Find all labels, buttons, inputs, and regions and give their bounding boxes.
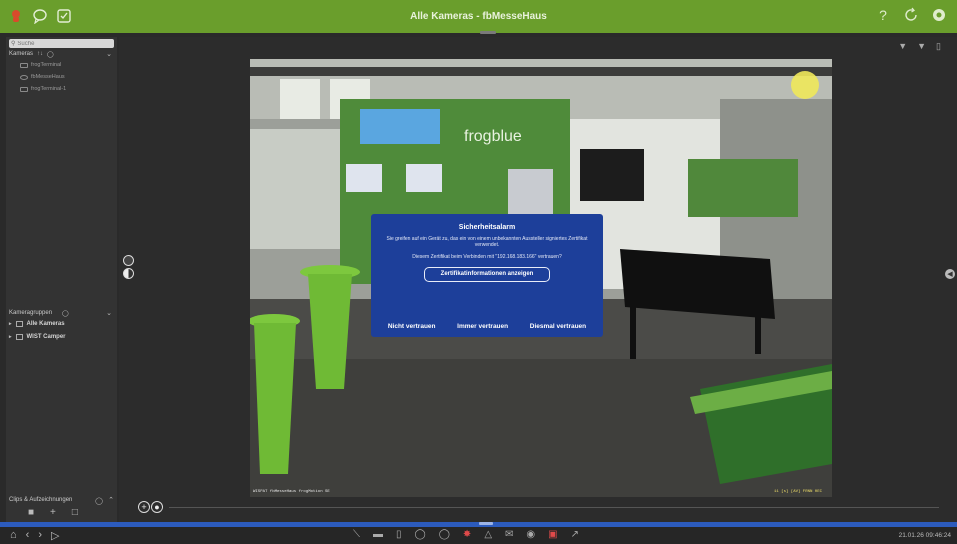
chevron-down-icon[interactable]: ⌄ — [106, 309, 112, 317]
camera-icon — [20, 86, 28, 92]
search-box[interactable]: ⚲ — [9, 39, 114, 48]
chat-small-icon[interactable]: ◯ — [95, 497, 103, 505]
zoom-reset-icon[interactable]: ● — [151, 501, 163, 513]
contrast-icon[interactable] — [123, 268, 134, 279]
frog-logo-icon[interactable] — [8, 8, 24, 24]
help-icon[interactable]: ? — [875, 7, 891, 23]
grid-icon — [15, 321, 23, 327]
camera-overlay-info: WISPAT fbMesseHaus frogMotion SE — [253, 490, 330, 494]
export-icon[interactable]: ↗ — [571, 529, 579, 540]
camera-toolbar: ▼ ▼ ▯ — [898, 41, 941, 52]
bell-icon[interactable]: △ — [484, 529, 492, 540]
frogblue-sign: frogblue — [464, 128, 522, 145]
snapshot-icon[interactable]: ◉ — [526, 529, 535, 540]
speaker-icon[interactable]: ▼ — [917, 41, 926, 52]
ptz-icon[interactable]: ⟍ — [353, 529, 360, 540]
light-icon[interactable]: ✸ — [463, 529, 471, 540]
image-adjust-controls — [123, 255, 134, 279]
app-window: Alle Kameras - fbMesseHaus ? ⚲ Kameras ↑… — [0, 0, 957, 544]
sort-icon[interactable]: ↑↓ — [37, 51, 43, 57]
security-alert-dialog: Sicherheitsalarm Sie greifen auf ein Ger… — [371, 214, 603, 337]
expand-arrow-icon[interactable]: ▸ — [9, 334, 12, 340]
record-icon[interactable]: ▣ — [548, 529, 557, 540]
groups-section-header[interactable]: Kameragruppen ◯ ⌄ — [9, 308, 114, 318]
share-icon[interactable]: □ — [72, 507, 78, 518]
cameras-section-header[interactable]: Kameras ↑↓ ◯ ⌄ — [9, 49, 114, 59]
mail-icon[interactable]: ✉ — [505, 529, 513, 540]
mic-alt-icon[interactable]: ◯ — [439, 529, 450, 540]
camera-icon — [20, 62, 28, 68]
brightness-icon[interactable] — [123, 255, 134, 266]
forward-icon[interactable]: › — [38, 529, 42, 542]
camera-icon — [20, 74, 28, 80]
datetime-display: 21.01.26 09:46:24 — [898, 532, 951, 539]
zoom-controls: + ● — [138, 501, 163, 513]
grid-icon — [15, 334, 23, 340]
dialog-title: Sicherheitsalarm — [458, 224, 516, 231]
chevron-down-icon[interactable]: ⌄ — [106, 50, 112, 58]
trash-icon[interactable]: ■ — [28, 507, 34, 518]
title-bar: Alle Kameras - fbMesseHaus ? — [0, 0, 957, 34]
titlebar-drag-handle[interactable] — [480, 31, 496, 34]
camera-label: frogTerminal-1 — [31, 86, 67, 92]
checkbox-icon[interactable] — [56, 8, 72, 24]
clips-header-label: Clips & Aufzeichnungen — [9, 497, 73, 503]
door-icon[interactable]: ▯ — [396, 529, 402, 540]
camera-list-item[interactable]: fbMesseHaus — [20, 74, 65, 80]
camera-label: fbMesseHaus — [31, 74, 65, 80]
trust-once-button[interactable]: Diesmal vertrauen — [530, 323, 586, 330]
settings-icon[interactable] — [931, 7, 947, 23]
play-icon[interactable]: ▷ — [51, 529, 59, 542]
chat-small-icon[interactable]: ◯ — [62, 310, 69, 317]
camera-list-item[interactable]: frogTerminal-1 — [20, 86, 66, 92]
titlebar-right-group: ? — [875, 7, 947, 23]
cameras-header-label: Kameras — [9, 51, 34, 57]
group-list-item[interactable]: ▸ Alle Kameras — [9, 321, 65, 327]
microphone-icon[interactable]: ◯ — [415, 529, 426, 540]
dialog-question: Diesem Zertifikat beim Verbinden mit "19… — [412, 254, 562, 260]
certificate-info-button[interactable]: Zertifikatinformationen anzeigen — [424, 267, 550, 282]
do-not-trust-button[interactable]: Nicht vertrauen — [388, 323, 436, 330]
timeline-track[interactable] — [169, 507, 939, 508]
chevron-up-icon[interactable]: ⌃ — [108, 496, 114, 504]
window-title: Alle Kameras - fbMesseHaus — [410, 11, 547, 22]
titlebar-left-group — [8, 8, 72, 24]
microphone-icon[interactable]: ▼ — [898, 41, 907, 52]
main-view: ▼ ▼ ▯ frogblue WISPAT fbMesseHaus frogMo… — [119, 37, 957, 522]
group-list-item[interactable]: ▸ WIST Camper — [9, 334, 66, 340]
dialog-message: Sie greifen auf ein Gerät zu, das ein vo… — [386, 236, 588, 248]
bottom-left-group: ⌂ ‹ › ▷ — [10, 529, 59, 542]
bottom-actions-group: ⟍ ▬ ▯ ◯ ◯ ✸ △ ✉ ◉ ▣ ↗ — [353, 529, 579, 540]
door-icon[interactable]: ▯ — [936, 41, 941, 52]
camera-label: frogTerminal — [31, 62, 62, 68]
bottom-toolbar: ⌂ ‹ › ▷ ⟍ ▬ ▯ ◯ ◯ ✸ △ ✉ ◉ ▣ ↗ 21.01.26 0… — [0, 527, 957, 544]
sidebar: ⚲ Kameras ↑↓ ◯ ⌄ frogTerminal fbMesseHau… — [6, 37, 117, 522]
search-icon: ⚲ — [11, 41, 16, 47]
groups-header-label: Kameragruppen — [9, 310, 53, 316]
clips-section: Clips & Aufzeichnungen ◯ ⌃ ■ + □ — [6, 497, 117, 522]
add-icon[interactable]: + — [50, 507, 56, 518]
expand-arrow-icon[interactable]: ▸ — [9, 321, 12, 327]
camera-overlay-status: 11 [s] [AV] FRNN 0EC — [773, 490, 822, 494]
chat-small-icon[interactable]: ◯ — [47, 51, 54, 58]
home-icon[interactable]: ⌂ — [10, 529, 17, 542]
group-label: WIST Camper — [26, 334, 66, 340]
group-label: Alle Kameras — [26, 321, 65, 327]
audio-toggle-icon[interactable]: ◀ — [945, 269, 955, 279]
always-trust-button[interactable]: Immer vertrauen — [457, 323, 508, 330]
bar-icon[interactable]: ▬ — [373, 529, 383, 540]
clips-actions: ■ + □ — [28, 507, 78, 518]
zoom-in-icon[interactable]: + — [138, 501, 150, 513]
back-icon[interactable]: ‹ — [26, 529, 30, 542]
panel-drag-handle[interactable] — [479, 522, 493, 525]
camera-list-item[interactable]: frogTerminal — [20, 62, 61, 68]
chat-icon[interactable] — [32, 8, 48, 24]
refresh-icon[interactable] — [903, 7, 919, 23]
dialog-actions: Nicht vertrauen Immer vertrauen Diesmal … — [371, 323, 603, 330]
search-input[interactable] — [17, 39, 108, 48]
